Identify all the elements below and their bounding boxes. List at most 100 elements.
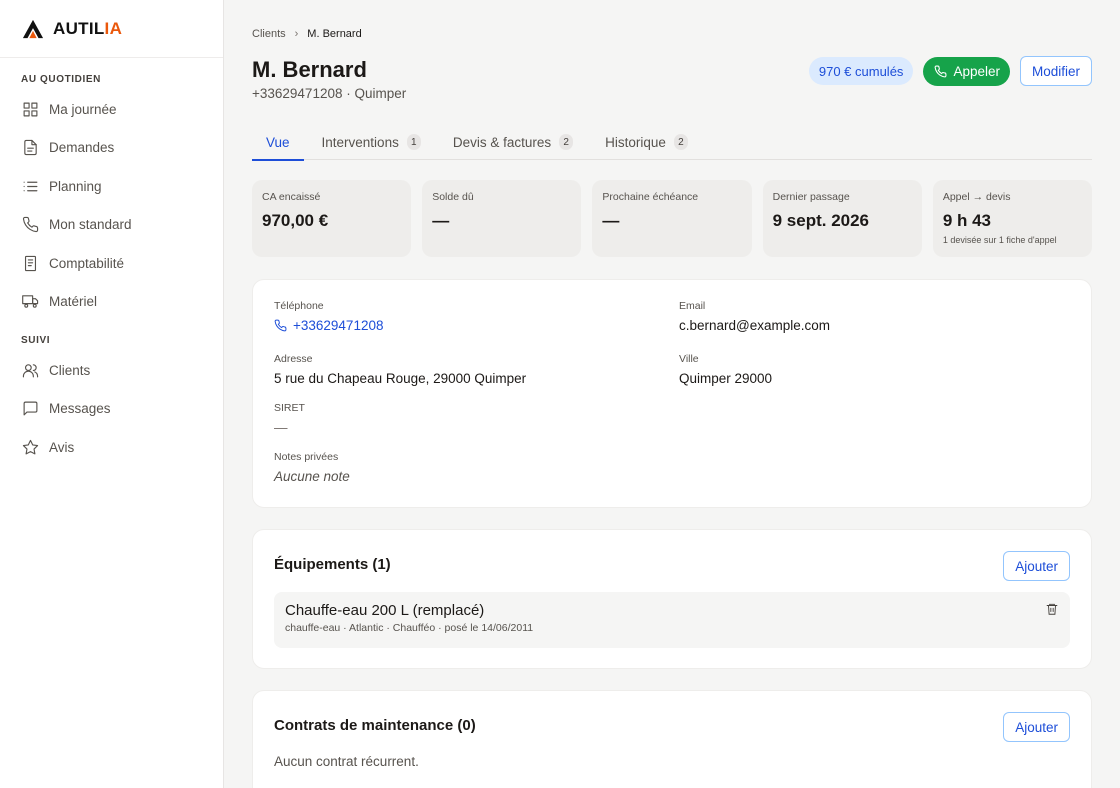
trash-icon[interactable] <box>1045 602 1059 616</box>
grid-icon <box>23 102 38 117</box>
call-button[interactable]: Appeler <box>923 56 1010 86</box>
tab-label: Historique <box>605 134 666 150</box>
brand-logo-icon <box>22 19 44 38</box>
sidebar-item-planning[interactable]: Planning <box>0 167 223 206</box>
field-address: Adresse 5 rue du Chapeau Rouge, 29000 Qu… <box>274 353 526 386</box>
page-subtitle: +33629471208 · Quimper <box>252 86 407 101</box>
breadcrumb-link-clients[interactable]: Clients <box>252 28 286 40</box>
tab-bar: Vue Interventions 1 Devis & factures 2 H… <box>252 124 1092 161</box>
section-label-suivi: SUIVI <box>21 335 51 346</box>
sidebar-item-label: Ma journée <box>49 101 117 117</box>
stat-dernier-passage: Dernier passage 9 sept. 2026 <box>762 180 922 257</box>
tab-interventions[interactable]: Interventions 1 <box>322 124 421 160</box>
field-city: Ville Quimper 29000 <box>679 353 772 386</box>
field-siret: SIRET — <box>274 402 305 435</box>
sidebar-item-label: Clients <box>49 362 91 378</box>
phone-icon <box>935 65 947 77</box>
stat-note: 1 devisée sur 1 fiche d'appel <box>942 235 1057 245</box>
field-email: Email c.bernard@example.com <box>679 300 830 333</box>
sidebar-item-label: Comptabilité <box>49 255 125 271</box>
phone-icon <box>274 319 287 332</box>
sidebar-item-clients[interactable]: Clients <box>0 351 223 390</box>
tab-count-badge: 2 <box>559 134 574 150</box>
city-value: Quimper 29000 <box>679 371 773 386</box>
tab-label: Devis & factures <box>452 134 552 150</box>
sidebar-item-label: Demandes <box>49 140 115 156</box>
notes-value: Aucune note <box>274 469 350 484</box>
field-notes: Notes privées Aucune note <box>274 451 350 484</box>
contracts-empty-text: Aucun contrat récurrent. <box>274 754 419 769</box>
stat-appel-devis: Appel → devis 9 h 43 1 devisée sur 1 fic… <box>932 180 1093 257</box>
sidebar-item-mon-standard[interactable]: Mon standard <box>0 206 223 245</box>
chevron-right-icon: › <box>294 28 299 40</box>
stat-prochaine-echeance: Prochaine échéance — <box>592 180 752 257</box>
sidebar-item-ma-journee[interactable]: Ma journée <box>0 90 223 129</box>
truck-icon <box>22 295 39 308</box>
sidebar: AUTILIA AU QUOTIDIEN Ma journée Demandes… <box>0 0 224 788</box>
phone-value: +33629471208 <box>293 318 384 333</box>
tab-vue[interactable]: Vue <box>252 124 304 161</box>
document-icon <box>24 140 37 156</box>
sidebar-item-label: Mon standard <box>49 217 132 233</box>
star-icon <box>22 439 39 455</box>
sidebar-item-label: Messages <box>49 401 111 417</box>
phone-link[interactable]: +33629471208 <box>274 318 383 333</box>
contracts-title: Contrats de maintenance (0) <box>274 717 476 734</box>
cumul-badge: 970 € cumulés <box>808 57 914 85</box>
contracts-card: Contrats de maintenance (0) Ajouter Aucu… <box>252 690 1092 788</box>
tab-label: Vue <box>266 134 290 150</box>
stat-value: 9 h 43 <box>942 211 992 230</box>
list-icon <box>23 181 38 192</box>
message-icon <box>23 401 38 416</box>
equipments-card: Équipements (1) Ajouter Chauffe-eau 200 … <box>252 529 1092 669</box>
stat-solde-du: Solde dû — <box>422 180 582 257</box>
call-button-label: Appeler <box>953 63 1000 79</box>
header-actions: 970 € cumulés Appeler Modifier <box>808 56 1092 86</box>
receipt-icon <box>24 255 37 271</box>
brand[interactable]: AUTILIA <box>0 0 223 58</box>
page-title: M. Bernard <box>252 57 367 82</box>
stat-label: Prochaine échéance <box>602 191 699 203</box>
edit-button[interactable]: Modifier <box>1019 56 1092 86</box>
sidebar-item-label: Matériel <box>49 294 98 310</box>
stat-value: — <box>432 211 450 230</box>
sidebar-item-messages[interactable]: Messages <box>0 390 223 429</box>
stat-label: Appel → devis <box>942 191 1011 203</box>
stat-label: Solde dû <box>432 191 474 203</box>
tab-count-badge: 1 <box>406 134 421 150</box>
equipment-item[interactable]: Chauffe-eau 200 L (remplacé) chauffe-eau… <box>274 592 1070 648</box>
breadcrumb: Clients › M. Bernard <box>252 28 362 40</box>
stat-label: Dernier passage <box>772 191 850 203</box>
stat-value: 970,00 € <box>262 211 329 230</box>
stat-label: CA encaissé <box>262 191 321 203</box>
tab-count-badge: 2 <box>673 134 688 150</box>
stat-value: — <box>602 211 620 230</box>
field-label: SIRET <box>274 402 305 414</box>
stat-ca-encaisse: CA encaissé 970,00 € <box>252 180 412 257</box>
users-icon <box>22 364 39 378</box>
stats-row: CA encaissé 970,00 € Solde dû — Prochain… <box>252 180 1093 257</box>
tab-historique[interactable]: Historique 2 <box>605 124 688 160</box>
tab-devis-factures[interactable]: Devis & factures 2 <box>452 124 574 160</box>
phone-icon <box>22 217 39 233</box>
sidebar-item-label: Planning <box>49 178 102 194</box>
sidebar-item-demandes[interactable]: Demandes <box>0 129 223 168</box>
tab-label: Interventions <box>321 134 399 150</box>
siret-value: — <box>274 420 288 435</box>
field-label: Adresse <box>274 353 313 365</box>
field-label: Téléphone <box>274 300 324 312</box>
field-label: Email <box>679 300 706 312</box>
address-value: 5 rue du Chapeau Rouge, 29000 Quimper <box>274 371 527 386</box>
sidebar-item-avis[interactable]: Avis <box>0 428 223 467</box>
add-equipment-button[interactable]: Ajouter <box>1003 551 1070 581</box>
section-label-au-quotidien: AU QUOTIDIEN <box>21 74 101 85</box>
equipment-name: Chauffe-eau 200 L (remplacé) <box>285 602 485 619</box>
sidebar-item-comptabilite[interactable]: Comptabilité <box>0 244 223 283</box>
email-value: c.bernard@example.com <box>679 318 831 333</box>
sidebar-item-materiel[interactable]: Matériel <box>0 283 223 322</box>
breadcrumb-current: M. Bernard <box>307 28 362 40</box>
field-label: Notes privées <box>274 451 339 463</box>
field-phone: Téléphone +33629471208 <box>274 300 383 333</box>
add-contract-button[interactable]: Ajouter <box>1003 712 1070 742</box>
equipments-title: Équipements (1) <box>274 556 391 573</box>
